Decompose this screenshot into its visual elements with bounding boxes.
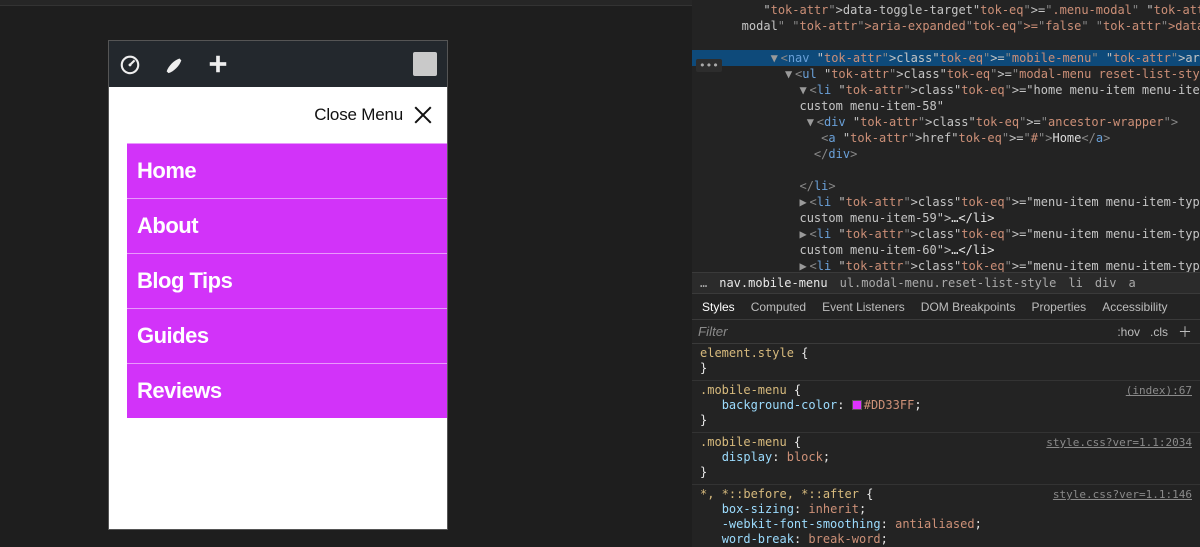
menu-link[interactable]: Home bbox=[127, 144, 447, 198]
styles-panel[interactable]: element.style {}(index):67.mobile-menu {… bbox=[692, 344, 1200, 547]
dom-node-line[interactable]: modal" "tok-attr">aria-expanded"tok-eq">… bbox=[692, 18, 1200, 34]
customize-icon[interactable] bbox=[163, 53, 185, 75]
styles-tabs: Styles Computed Event Listeners DOM Brea… bbox=[692, 294, 1200, 320]
mobile-menu: Home About Blog Tips Guides Reviews bbox=[109, 143, 447, 418]
dom-node-line[interactable]: custom menu-item-60">…</li> bbox=[692, 242, 1200, 258]
breadcrumb-item[interactable]: … bbox=[700, 276, 707, 290]
tab-accessibility[interactable]: Accessibility bbox=[1102, 300, 1167, 314]
add-new-icon[interactable] bbox=[207, 53, 229, 75]
breadcrumb-item[interactable]: a bbox=[1129, 276, 1136, 290]
rule-source-link[interactable]: style.css?ver=1.1:146 bbox=[1053, 487, 1192, 502]
menu-link[interactable]: Guides bbox=[127, 309, 447, 363]
css-rule[interactable]: (index):67.mobile-menu { background-colo… bbox=[692, 381, 1200, 433]
menu-item-reviews[interactable]: Reviews bbox=[127, 363, 447, 418]
menu-link[interactable]: Blog Tips bbox=[127, 254, 447, 308]
dom-node-line[interactable]: ▶<li "tok-attr">class"tok-eq">="menu-ite… bbox=[692, 194, 1200, 210]
cls-toggle[interactable]: .cls bbox=[1150, 325, 1168, 339]
menu-link[interactable]: Reviews bbox=[127, 364, 447, 418]
dom-node-line[interactable]: ▶<li "tok-attr">class"tok-eq">="menu-ite… bbox=[692, 226, 1200, 242]
dom-node-line[interactable]: </div> bbox=[692, 146, 1200, 162]
menu-link[interactable]: About bbox=[127, 199, 447, 253]
breadcrumb-item[interactable]: ul.modal-menu.reset-list-style bbox=[840, 276, 1057, 290]
breadcrumb[interactable]: … nav.mobile-menu ul.modal-menu.reset-li… bbox=[692, 272, 1200, 294]
tab-dom-breakpoints[interactable]: DOM Breakpoints bbox=[921, 300, 1016, 314]
tab-properties[interactable]: Properties bbox=[1031, 300, 1086, 314]
menu-item-guides[interactable]: Guides bbox=[127, 308, 447, 363]
breadcrumb-item[interactable]: nav.mobile-menu bbox=[719, 276, 827, 290]
dom-node-line[interactable]: </li> bbox=[692, 178, 1200, 194]
color-swatch[interactable] bbox=[852, 400, 862, 410]
tab-styles[interactable]: Styles bbox=[702, 300, 735, 314]
dom-node-line[interactable]: <a "tok-attr">href"tok-eq">="#">Home</a> bbox=[692, 130, 1200, 146]
elements-panel[interactable]: ••• "tok-attr">data-toggle-target"tok-eq… bbox=[692, 0, 1200, 272]
css-rule[interactable]: style.css?ver=1.1:146*, *::before, *::af… bbox=[692, 485, 1200, 547]
close-icon bbox=[413, 105, 433, 125]
dom-node-line[interactable]: "tok-attr">data-toggle-target"tok-eq">="… bbox=[692, 2, 1200, 18]
new-style-rule-icon[interactable]: ＋ bbox=[1178, 322, 1192, 342]
close-menu-label: Close Menu bbox=[314, 105, 403, 125]
dom-node-line[interactable]: ▶<li "tok-attr">class"tok-eq">="menu-ite… bbox=[692, 258, 1200, 272]
dom-node-line[interactable]: custom menu-item-59">…</li> bbox=[692, 210, 1200, 226]
tab-computed[interactable]: Computed bbox=[751, 300, 806, 314]
rule-source-link[interactable]: style.css?ver=1.1:2034 bbox=[1046, 435, 1192, 450]
hov-toggle[interactable]: :hov bbox=[1117, 325, 1140, 339]
dom-node-line[interactable]: ▼<ul "tok-attr">class"tok-eq">="modal-me… bbox=[692, 66, 1200, 82]
dom-node-line[interactable]: ▼<nav "tok-attr">class"tok-eq">="mobile-… bbox=[692, 50, 1200, 66]
ellipsis-icon[interactable]: ••• bbox=[696, 59, 722, 72]
wp-admin-bar bbox=[109, 41, 447, 87]
avatar[interactable] bbox=[413, 52, 437, 76]
dom-node-line[interactable]: ▼<div "tok-attr">class"tok-eq">="ancesto… bbox=[692, 114, 1200, 130]
tab-event-listeners[interactable]: Event Listeners bbox=[822, 300, 905, 314]
menu-list: Home About Blog Tips Guides Reviews bbox=[127, 143, 447, 418]
preview-top-strip bbox=[0, 0, 692, 6]
dom-node-line[interactable] bbox=[692, 34, 1200, 50]
dom-node-line[interactable]: ▼<li "tok-attr">class"tok-eq">="home men… bbox=[692, 82, 1200, 98]
menu-item-home[interactable]: Home bbox=[127, 143, 447, 198]
menu-item-blog-tips[interactable]: Blog Tips bbox=[127, 253, 447, 308]
preview-pane: Close Menu Home About Blog Tips Guides R… bbox=[0, 0, 692, 547]
dom-node-line[interactable] bbox=[692, 162, 1200, 178]
devtools-pane: ••• "tok-attr">data-toggle-target"tok-eq… bbox=[692, 0, 1200, 547]
css-rule[interactable]: element.style {} bbox=[692, 344, 1200, 381]
breadcrumb-item[interactable]: div bbox=[1095, 276, 1117, 290]
css-rule[interactable]: style.css?ver=1.1:2034.mobile-menu { dis… bbox=[692, 433, 1200, 485]
dashboard-icon[interactable] bbox=[119, 53, 141, 75]
menu-item-about[interactable]: About bbox=[127, 198, 447, 253]
device-frame: Close Menu Home About Blog Tips Guides R… bbox=[108, 40, 448, 530]
rule-source-link[interactable]: (index):67 bbox=[1126, 383, 1192, 398]
filter-row: :hov .cls ＋ bbox=[692, 320, 1200, 344]
breadcrumb-item[interactable]: li bbox=[1068, 276, 1082, 290]
dom-node-line[interactable]: custom menu-item-58" bbox=[692, 98, 1200, 114]
styles-filter-input[interactable] bbox=[698, 322, 1111, 342]
close-menu-button[interactable]: Close Menu bbox=[109, 87, 447, 143]
